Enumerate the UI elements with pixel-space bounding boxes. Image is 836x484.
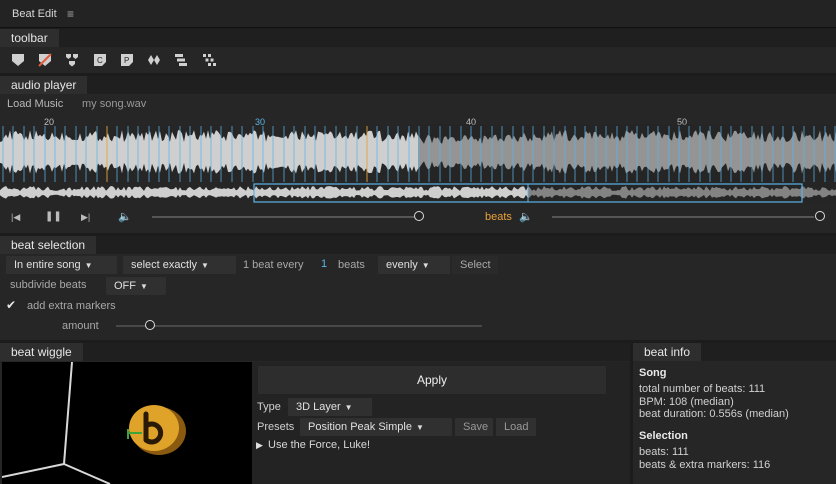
- beat-selection-header: [0, 236, 836, 254]
- presets-dropdown[interactable]: Position Peak Simple ▼: [300, 418, 452, 436]
- grid-dots-icon[interactable]: [202, 53, 216, 67]
- window-title: Beat Edit: [12, 8, 57, 20]
- tab-toolbar[interactable]: toolbar: [0, 29, 59, 47]
- comment-p-icon[interactable]: P: [120, 53, 134, 67]
- title-bar: Beat Edit ≡: [0, 0, 836, 28]
- toolbar-header: [0, 29, 836, 47]
- volume-slider-knob[interactable]: [414, 211, 424, 221]
- mode-dropdown[interactable]: select exactly ▼: [123, 256, 236, 274]
- comment-c-icon[interactable]: C: [93, 53, 107, 67]
- type-dropdown[interactable]: 3D Layer ▼: [288, 398, 372, 416]
- expand-triangle-icon[interactable]: ▶: [256, 440, 263, 451]
- no-marker-icon[interactable]: [38, 53, 52, 67]
- chevron-down-icon: ▼: [84, 261, 93, 270]
- selection-beats: beats: 111: [639, 446, 689, 458]
- load-preset-button[interactable]: Load: [496, 418, 536, 436]
- tab-audio-player[interactable]: audio player: [0, 76, 88, 94]
- merge-icon[interactable]: [65, 53, 79, 67]
- chevron-down-icon: ▼: [201, 261, 209, 270]
- volume-icon[interactable]: 🔈: [118, 210, 132, 223]
- distribution-value: evenly: [386, 259, 418, 271]
- tab-beat-wiggle[interactable]: beat wiggle: [0, 343, 83, 361]
- chevron-down-icon: ▼: [421, 261, 430, 270]
- preset-value: Position Peak Simple: [308, 421, 412, 433]
- tab-beat-info[interactable]: beat info: [633, 343, 702, 361]
- chevron-down-icon: ▼: [344, 403, 353, 412]
- chevron-down-icon: ▼: [140, 282, 148, 291]
- svg-text:C: C: [97, 56, 103, 65]
- save-preset-button[interactable]: Save: [455, 418, 493, 436]
- heart-marker-icon[interactable]: [11, 53, 25, 67]
- beats-volume-slider-knob[interactable]: [815, 211, 825, 221]
- beats-volume-label: beats: [485, 211, 512, 223]
- tab-beat-selection[interactable]: beat selection: [0, 236, 97, 254]
- type-label: Type: [257, 401, 281, 413]
- amount-slider-knob[interactable]: [145, 320, 155, 330]
- type-value: 3D Layer: [296, 401, 341, 413]
- diamond-icon[interactable]: [147, 53, 161, 67]
- mode-value: select exactly: [131, 259, 198, 271]
- amount-slider-track[interactable]: [116, 325, 482, 327]
- every-prefix-label: 1 beat every: [243, 259, 304, 271]
- apply-button[interactable]: Apply: [258, 366, 606, 394]
- every-value-field[interactable]: 1: [321, 258, 327, 270]
- distribution-dropdown[interactable]: evenly ▼: [378, 256, 450, 274]
- hamburger-icon[interactable]: ≡: [67, 7, 74, 21]
- load-music-button[interactable]: Load Music: [7, 98, 63, 110]
- layers-icon[interactable]: [174, 53, 188, 67]
- file-name: my song.wav: [82, 98, 147, 110]
- select-button[interactable]: Select: [452, 256, 498, 274]
- subdivide-value: OFF: [114, 280, 136, 292]
- extra-markers-checkbox[interactable]: ✔: [6, 298, 16, 312]
- beats-volume-slider-track[interactable]: [552, 216, 814, 218]
- waveform-overview[interactable]: [0, 182, 836, 204]
- skip-forward-icon[interactable]: ▶|: [81, 212, 90, 223]
- audio-player-header: [0, 76, 836, 94]
- subdivide-label: subdivide beats: [10, 279, 87, 291]
- selection-heading: Selection: [639, 430, 688, 442]
- amount-label: amount: [62, 320, 99, 332]
- extra-markers-label: add extra markers: [27, 300, 116, 312]
- pause-icon[interactable]: ❚❚: [45, 211, 62, 222]
- presets-label: Presets: [257, 421, 295, 433]
- total-beats: total number of beats: 111: [639, 383, 766, 395]
- every-suffix-label: beats: [338, 259, 365, 271]
- beat-info-panel: beat info Song total number of beats: 11…: [633, 343, 836, 484]
- svg-text:P: P: [124, 56, 129, 65]
- scope-value: In entire song: [14, 259, 81, 271]
- chevron-down-icon: ▼: [415, 423, 424, 432]
- subdivide-dropdown[interactable]: OFF ▼: [106, 277, 166, 295]
- scope-dropdown[interactable]: In entire song ▼: [6, 256, 117, 274]
- beat-duration: beat duration: 0.556s (median): [639, 408, 789, 420]
- expression-label: Use the Force, Luke!: [268, 439, 371, 451]
- 3d-preview-scene: [1, 361, 186, 484]
- song-heading: Song: [639, 367, 667, 379]
- beats-volume-icon[interactable]: 🔈: [519, 210, 533, 223]
- waveform-main[interactable]: [0, 124, 836, 182]
- volume-slider-track[interactable]: [152, 216, 414, 218]
- 3d-preview-viewport[interactable]: [1, 361, 252, 484]
- beat-wiggle-header: [0, 343, 630, 361]
- selection-beats-markers: beats & extra markers: 116: [639, 459, 771, 471]
- toolbar-panel: toolbar C P: [0, 29, 836, 73]
- skip-back-icon[interactable]: |◀: [11, 212, 20, 223]
- bpm: BPM: 108 (median): [639, 396, 734, 408]
